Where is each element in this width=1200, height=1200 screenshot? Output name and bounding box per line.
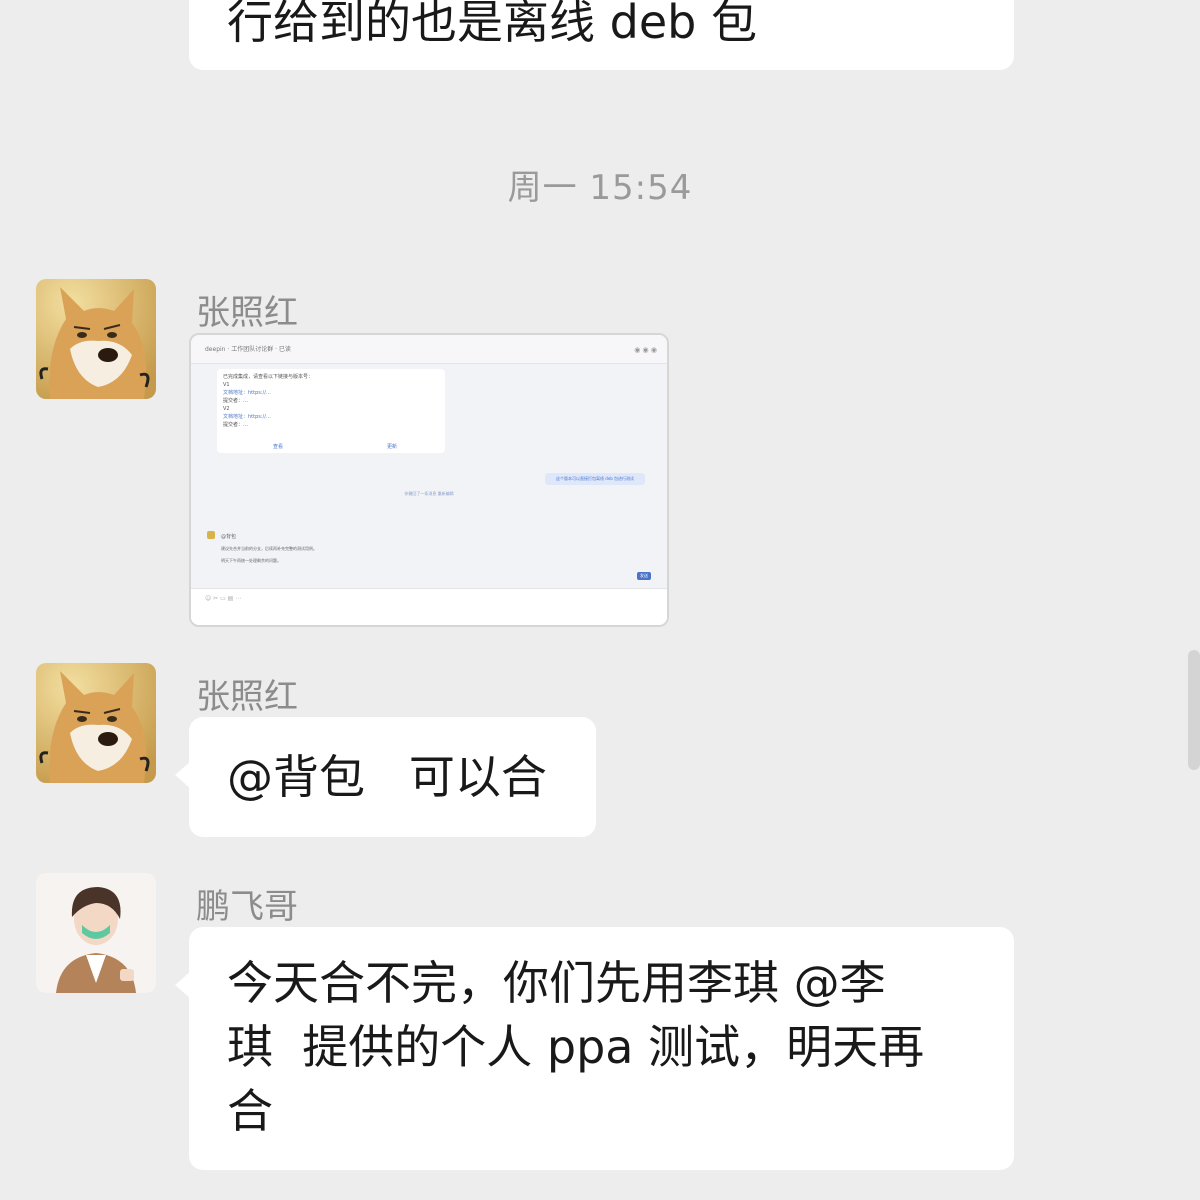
doge-avatar-icon: [36, 279, 156, 399]
preview-quoted-card: 已完成集成，请查看以下链接与版本号： V1 文档地址：https://… 提交者…: [217, 369, 445, 453]
preview-line: V2: [223, 406, 230, 412]
preview-reply-avatar-icon: [207, 531, 215, 539]
preview-window-controls-icon: ◉ ◉ ◉: [634, 346, 657, 354]
preview-center-note: 你撤回了一条消息 重新编辑: [404, 491, 454, 496]
doge-avatar-icon: [36, 663, 156, 783]
sender-name: 张照红: [196, 677, 298, 717]
message-text-line: 琪 提供的个人 ppa 测试，明天再: [227, 1020, 925, 1074]
message-text: 行给到的也是离线 deb 包: [227, 0, 757, 49]
preview-link: 文档地址：https://…: [223, 390, 271, 396]
preview-link-a: 查看: [273, 444, 284, 450]
message-text: @背包 可以合: [227, 750, 547, 804]
message-bubble-partial[interactable]: 行给到的也是离线 deb 包: [189, 0, 1014, 70]
message-text-line: 合: [227, 1084, 273, 1138]
scrollbar[interactable]: [1188, 650, 1200, 770]
preview-line: 提交者：…: [223, 422, 249, 428]
sender-name: 鹏飞哥: [196, 887, 298, 927]
preview-line: 已完成集成，请查看以下链接与版本号：: [223, 374, 314, 380]
avatar[interactable]: [36, 663, 156, 783]
preview-right-bubble: 这个版本可以直接打包离线 deb 包进行测试: [545, 473, 645, 485]
preview-line: 明天下午再统一处理剩余的问题。: [221, 558, 281, 563]
preview-line: 提交者：…: [223, 398, 249, 404]
preview-link: 文档地址：https://…: [223, 414, 271, 420]
preview-reply: @背包 建议先合并当前的分支，后续再补充完整的测试用例。 明天下午再统一处理剩余…: [207, 531, 397, 567]
image-message[interactable]: deepin · 工作团队讨论群 · 已读 ◉ ◉ ◉ 已完成集成，请查看以下链…: [189, 333, 669, 627]
preview-line: V1: [223, 382, 230, 388]
sender-name: 张照红: [196, 293, 298, 333]
avatar[interactable]: [36, 279, 156, 399]
message-bubble[interactable]: 今天合不完，你们先用李琪 @李 琪 提供的个人 ppa 测试，明天再 合: [175, 927, 1014, 1170]
preview-line: 建议先合并当前的分支，后续再补充完整的测试用例。: [221, 546, 317, 551]
preview-line: @背包: [221, 534, 237, 540]
preview-send-button: 发送: [637, 572, 651, 580]
preview-toolbar: deepin · 工作团队讨论群 · 已读 ◉ ◉ ◉: [191, 335, 667, 364]
anime-avatar-icon: [36, 873, 156, 993]
preview-input-bar: ☺ ✂ ▭ ▤ ⋯ 发送: [191, 572, 667, 625]
message-bubble[interactable]: @背包 可以合: [175, 717, 596, 837]
preview-input-icons: ☺ ✂ ▭ ▤ ⋯: [205, 595, 242, 602]
preview-link-b: 更新: [387, 444, 398, 450]
preview-title: deepin · 工作团队讨论群 · 已读: [205, 346, 291, 353]
message-text-line: 今天合不完，你们先用李琪 @李: [227, 956, 886, 1010]
timestamp: 周一 15:54: [507, 168, 693, 208]
avatar[interactable]: [36, 873, 156, 993]
